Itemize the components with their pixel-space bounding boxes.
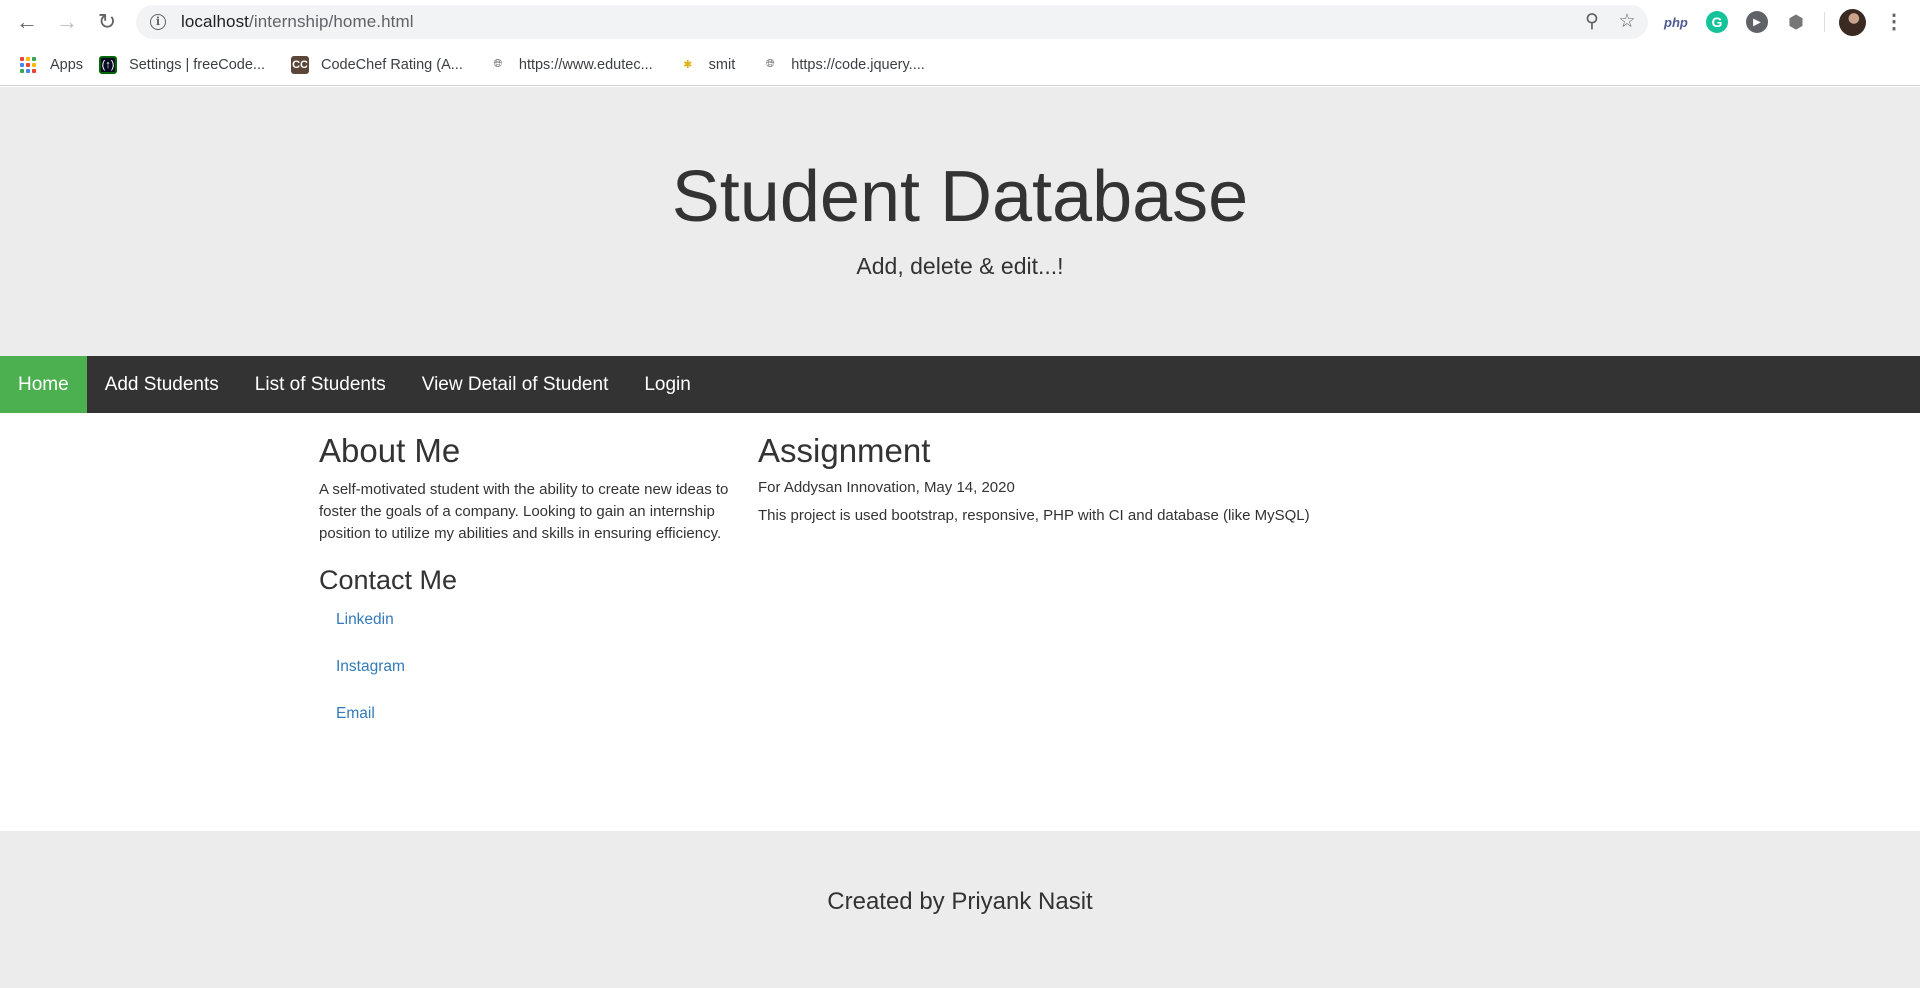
- freecodecamp-icon: (↑): [99, 55, 118, 74]
- instagram-link[interactable]: Instagram: [336, 658, 405, 675]
- right-column: Assignment For Addysan Innovation, May 1…: [758, 413, 1558, 524]
- url-host: localhost: [181, 12, 249, 31]
- bookmark-label: https://www.edutec...: [518, 56, 653, 73]
- list-item: Email: [319, 704, 739, 751]
- page-title: Student Database: [671, 157, 1249, 237]
- nav-home[interactable]: Home: [0, 356, 87, 413]
- forward-arrow-icon[interactable]: →: [47, 0, 87, 44]
- assignment-heading: Assignment: [758, 432, 931, 469]
- page-subtitle: Add, delete & edit...!: [856, 253, 1064, 279]
- bookmark-label: CodeChef Rating (A...: [321, 56, 463, 73]
- bookmark-smit[interactable]: ✱ smit: [671, 51, 744, 79]
- grammarly-extension-icon[interactable]: G: [1706, 11, 1728, 33]
- apps-grid-icon: [20, 56, 36, 73]
- assignment-line-1: For Addysan Innovation, May 14, 2020: [758, 479, 1015, 497]
- contact-links: Linkedin Instagram Email: [319, 610, 739, 751]
- bookmark-jquery[interactable]: 🌐︎ https://code.jquery....: [753, 51, 933, 79]
- nav-list-of-students[interactable]: List of Students: [237, 356, 404, 413]
- nav-add-students[interactable]: Add Students: [87, 356, 237, 413]
- globe-icon: 🌐︎: [765, 58, 775, 70]
- back-arrow-icon[interactable]: ←: [7, 0, 47, 44]
- nav-login[interactable]: Login: [626, 356, 709, 413]
- assignment-line-2: This project is used bootstrap, responsi…: [758, 507, 1310, 525]
- about-heading: About Me: [319, 432, 461, 469]
- profile-avatar[interactable]: [1839, 9, 1866, 36]
- bookmarks-bar: Apps (↑) Settings | freeCode... CC CodeC…: [0, 44, 1920, 86]
- smit-icon: ✱: [683, 59, 693, 71]
- star-icon[interactable]: ☆: [1617, 12, 1637, 32]
- bookmark-label: Settings | freeCode...: [129, 56, 266, 73]
- toolbar-divider: [1824, 12, 1825, 32]
- address-url[interactable]: localhost/internship/home.html: [181, 12, 414, 32]
- contact-heading: Contact Me: [319, 565, 458, 596]
- main-navbar: Home Add Students List of Students View …: [0, 356, 1920, 413]
- play-extension-icon[interactable]: ▶: [1746, 11, 1768, 33]
- bookmark-edutec[interactable]: 🌐︎ https://www.edutec...: [481, 51, 661, 79]
- php-extension-icon[interactable]: php: [1664, 11, 1688, 33]
- header-jumbotron: Student Database Add, delete & edit...!: [0, 87, 1920, 356]
- address-bar[interactable]: i localhost/internship/home.html ⚲ ☆: [136, 5, 1648, 39]
- bookmark-codechef[interactable]: CC CodeChef Rating (A...: [283, 51, 471, 79]
- bookmark-label: Apps: [50, 56, 84, 73]
- footer-text: Created by Priyank Nasit: [827, 888, 1093, 915]
- kebab-menu-icon[interactable]: ⋮: [1884, 9, 1904, 35]
- bookmark-label: https://code.jquery....: [791, 56, 925, 73]
- left-column: About Me A self-motivated student with t…: [319, 413, 739, 751]
- email-link[interactable]: Email: [336, 705, 375, 722]
- about-text: A self-motivated student with the abilit…: [319, 481, 729, 543]
- browser-toolbar: ← → ↻ i localhost/internship/home.html ⚲…: [0, 0, 1920, 44]
- list-item: Linkedin: [319, 610, 739, 657]
- bookmark-apps[interactable]: Apps: [12, 51, 91, 79]
- bookmark-label: smit: [708, 56, 736, 73]
- nav-view-detail-of-student[interactable]: View Detail of Student: [404, 356, 627, 413]
- bookmark-freecodecamp[interactable]: (↑) Settings | freeCode...: [91, 51, 273, 79]
- linkedin-link[interactable]: Linkedin: [336, 611, 394, 628]
- web-page: Student Database Add, delete & edit...! …: [0, 87, 1920, 988]
- globe-icon: 🌐︎: [493, 58, 503, 70]
- codechef-icon: CC: [291, 55, 310, 74]
- cube-extension-icon[interactable]: ⬢: [1785, 11, 1807, 33]
- info-icon[interactable]: i: [150, 14, 166, 30]
- zoom-out-icon[interactable]: ⚲: [1582, 12, 1602, 32]
- reload-icon[interactable]: ↻: [87, 0, 127, 44]
- url-path: /internship/home.html: [249, 12, 414, 31]
- list-item: Instagram: [319, 657, 739, 704]
- page-footer: Created by Priyank Nasit: [0, 831, 1920, 988]
